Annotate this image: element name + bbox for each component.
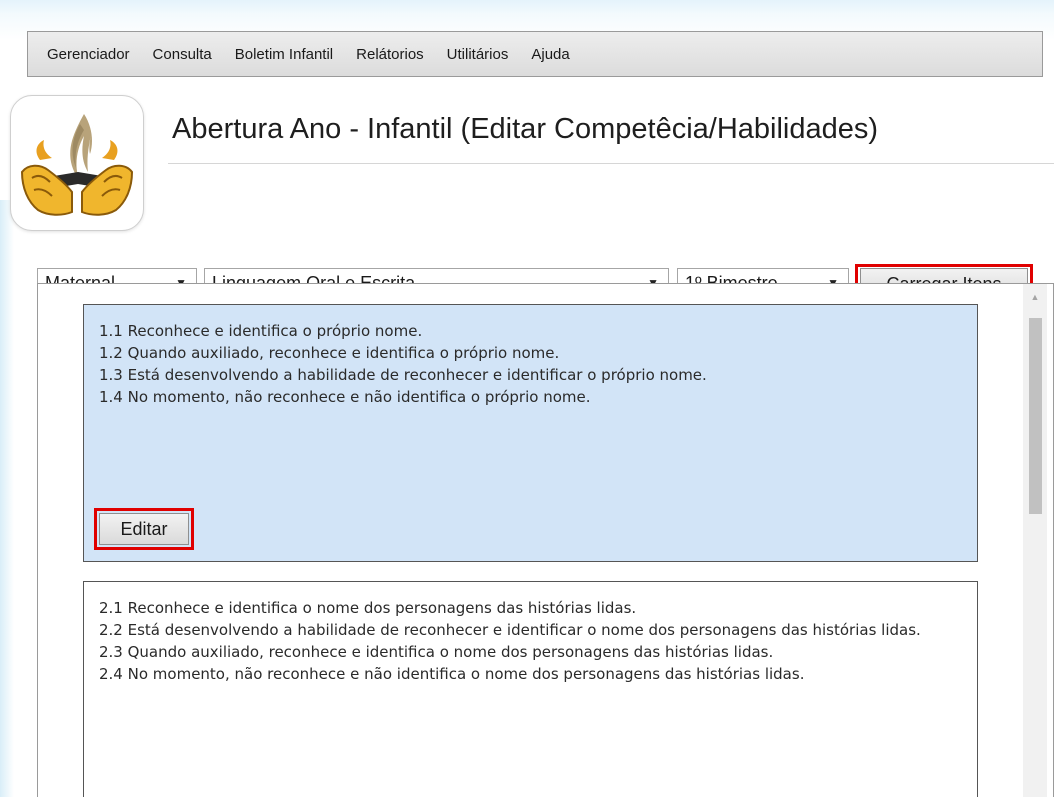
competency-line: 1.2 Quando auxiliado, reconhece e identi…: [99, 344, 560, 362]
menu-item-consulta[interactable]: Consulta: [153, 46, 212, 63]
menu-item-relatorios[interactable]: Relátorios: [356, 46, 424, 63]
competency-card: 1.1 Reconhece e identifica o próprio nom…: [83, 304, 978, 562]
competency-line: 1.3 Está desenvolvendo a habilidade de r…: [99, 366, 707, 384]
hands-holding-bible-logo-icon: [20, 114, 134, 216]
competency-line: 2.3 Quando auxiliado, reconhece e identi…: [99, 643, 774, 661]
menu-bar: Gerenciador Consulta Boletim Infantil Re…: [27, 31, 1043, 77]
vertical-scrollbar[interactable]: ▲: [1023, 284, 1047, 797]
background-glow: [0, 200, 14, 797]
logo: [10, 95, 144, 231]
scrollbar-thumb[interactable]: [1029, 318, 1042, 514]
competency-line: 1.4 No momento, não reconhece e não iden…: [99, 388, 591, 406]
competencies-panel: 1.1 Reconhece e identifica o próprio nom…: [37, 283, 1054, 797]
scroll-up-arrow-icon[interactable]: ▲: [1023, 286, 1047, 308]
competency-line: 2.1 Reconhece e identifica o nome dos pe…: [99, 599, 637, 617]
competency-card: 2.1 Reconhece e identifica o nome dos pe…: [83, 581, 978, 797]
title-divider: [168, 163, 1054, 164]
menu-item-boletim-infantil[interactable]: Boletim Infantil: [235, 46, 333, 63]
competency-line: 1.1 Reconhece e identifica o próprio nom…: [99, 322, 423, 340]
competency-line: 2.4 No momento, não reconhece e não iden…: [99, 665, 805, 683]
menu-item-gerenciador[interactable]: Gerenciador: [47, 46, 130, 63]
competency-line: 2.2 Está desenvolvendo a habilidade de r…: [99, 621, 921, 639]
edit-button[interactable]: Editar: [99, 513, 189, 545]
page-title: Abertura Ano - Infantil (Editar Competêc…: [172, 113, 879, 145]
menu-item-utilitarios[interactable]: Utilitários: [447, 46, 509, 63]
menu-item-ajuda[interactable]: Ajuda: [531, 46, 569, 63]
